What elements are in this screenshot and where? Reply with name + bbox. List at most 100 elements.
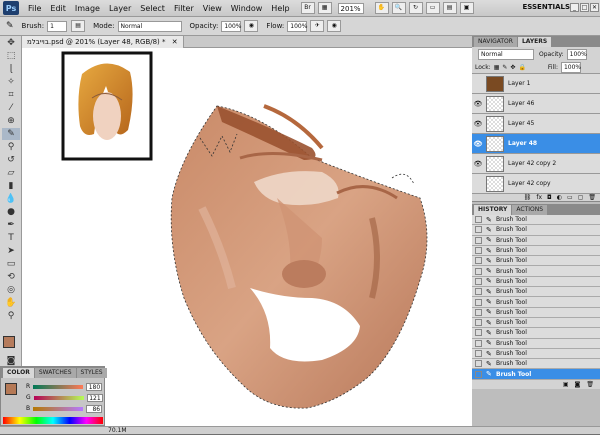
- green-slider[interactable]: G 121: [26, 393, 104, 402]
- menu-view[interactable]: View: [203, 4, 222, 13]
- history-item[interactable]: ✎ Brush Tool: [472, 225, 600, 236]
- link-layers-icon[interactable]: ⛓: [524, 194, 532, 201]
- new-layer-icon[interactable]: ▢: [578, 194, 584, 201]
- green-value[interactable]: 121: [86, 393, 103, 402]
- new-snapshot-icon[interactable]: ◙: [575, 381, 581, 388]
- tab-history[interactable]: HISTORY: [474, 205, 512, 215]
- history-item-selected[interactable]: ✎ Brush Tool: [472, 369, 600, 380]
- gradient-tool-icon[interactable]: ▮: [2, 180, 20, 192]
- lock-transparency-icon[interactable]: ▦: [494, 64, 500, 71]
- history-brush-source-checkbox[interactable]: [475, 257, 482, 265]
- spot-healing-tool-icon[interactable]: ⊕: [2, 115, 20, 127]
- history-brush-source-checkbox[interactable]: [475, 360, 482, 368]
- workspace-switcher[interactable]: ESSENTIALS: [523, 3, 571, 11]
- menu-window[interactable]: Window: [231, 4, 263, 13]
- tab-navigator[interactable]: NAVIGATOR: [474, 37, 517, 47]
- hand-icon[interactable]: ✋: [374, 2, 389, 14]
- layer-style-icon[interactable]: fx: [536, 194, 542, 201]
- menu-edit[interactable]: Edit: [50, 4, 66, 13]
- 3d-rotate-tool-icon[interactable]: ⟲: [2, 271, 20, 283]
- brush-tool-icon[interactable]: ✎: [6, 21, 14, 31]
- clone-stamp-tool-icon[interactable]: ⚲: [2, 141, 20, 153]
- lock-position-icon[interactable]: ✥: [510, 64, 515, 71]
- color-panel-foreground-swatch[interactable]: [5, 383, 17, 395]
- layer-row-selected[interactable]: 👁 Layer 48: [472, 134, 600, 154]
- history-item[interactable]: ✎ Brush Tool: [472, 256, 600, 267]
- fill-field[interactable]: 100%: [560, 61, 581, 73]
- shape-tool-icon[interactable]: ▭: [2, 258, 20, 270]
- eye-icon[interactable]: 👁: [472, 160, 484, 168]
- delete-state-icon[interactable]: 🗑: [586, 381, 594, 388]
- airbrush-icon[interactable]: ✈: [310, 20, 325, 32]
- history-brush-tool-icon[interactable]: ↺: [2, 154, 20, 166]
- blur-tool-icon[interactable]: 💧: [2, 193, 20, 205]
- opacity-field[interactable]: 100%: [221, 20, 241, 32]
- history-brush-source-checkbox[interactable]: [475, 370, 482, 378]
- history-brush-source-checkbox[interactable]: [475, 339, 482, 347]
- history-brush-source-checkbox[interactable]: [475, 308, 482, 316]
- screen-mode-icon[interactable]: ▣: [459, 2, 474, 14]
- pen-tool-icon[interactable]: ✒: [2, 219, 20, 231]
- layer-row[interactable]: 👁 Layer 46: [472, 94, 600, 114]
- brush-tool-icon[interactable]: ✎: [2, 128, 20, 140]
- history-brush-source-checkbox[interactable]: [475, 350, 482, 357]
- eraser-tool-icon[interactable]: ▱: [2, 167, 20, 179]
- red-slider[interactable]: R 180: [26, 382, 104, 391]
- brush-panel-toggle-icon[interactable]: ▤: [71, 20, 86, 32]
- zoom-tool-icon[interactable]: ⚲: [2, 310, 20, 322]
- blue-slider[interactable]: B 86: [26, 404, 104, 413]
- blend-mode-select[interactable]: Normal: [478, 48, 534, 60]
- pressure-opacity-icon[interactable]: ◉: [244, 20, 259, 32]
- document-tab[interactable]: בוייבלמ.psd @ 201% (Layer 48, RGB/8) * ✕: [22, 36, 184, 48]
- menu-select[interactable]: Select: [140, 4, 165, 13]
- history-item[interactable]: ✎ Brush Tool: [472, 276, 600, 288]
- move-tool-icon[interactable]: ✥: [2, 37, 20, 49]
- blue-value[interactable]: 86: [86, 404, 103, 413]
- rotate-view-icon[interactable]: ↻: [408, 2, 423, 14]
- dodge-tool-icon[interactable]: ●: [2, 206, 20, 218]
- mini-bridge-icon[interactable]: ▦: [317, 2, 332, 14]
- hand-tool-icon[interactable]: ✋: [2, 297, 20, 309]
- new-group-icon[interactable]: ▭: [567, 194, 573, 201]
- history-brush-source-checkbox[interactable]: [475, 319, 482, 327]
- bridge-icon[interactable]: Br: [300, 2, 315, 14]
- history-item[interactable]: ✎ Brush Tool: [472, 317, 600, 329]
- lock-all-icon[interactable]: 🔒: [518, 64, 525, 71]
- menu-layer[interactable]: Layer: [109, 4, 131, 13]
- menu-help[interactable]: Help: [271, 4, 289, 13]
- history-item[interactable]: ✎ Brush Tool: [472, 359, 600, 370]
- brush-size-picker[interactable]: 1: [47, 20, 68, 32]
- history-brush-source-checkbox[interactable]: [475, 236, 482, 244]
- 3d-orbit-tool-icon[interactable]: ◎: [2, 284, 20, 296]
- menu-file[interactable]: File: [28, 4, 41, 13]
- history-item[interactable]: ✎ Brush Tool: [472, 266, 600, 277]
- tab-actions[interactable]: ACTIONS: [512, 205, 548, 215]
- history-brush-source-checkbox[interactable]: [475, 298, 482, 306]
- layer-row[interactable]: 👁 Layer 45: [472, 114, 600, 134]
- flow-field[interactable]: 100%: [287, 20, 307, 32]
- delete-layer-icon[interactable]: 🗑: [588, 194, 596, 201]
- add-mask-icon[interactable]: ◘: [547, 194, 552, 201]
- layer-row[interactable]: 👁 Layer 42 copy 2: [472, 154, 600, 174]
- close-button[interactable]: ✕: [590, 3, 599, 12]
- history-item[interactable]: ✎ Brush Tool: [472, 338, 600, 349]
- type-tool-icon[interactable]: T: [2, 232, 20, 244]
- eyedropper-tool-icon[interactable]: ⁄: [2, 102, 20, 114]
- history-brush-source-checkbox[interactable]: [475, 288, 482, 296]
- history-item[interactable]: ✎ Brush Tool: [472, 245, 600, 257]
- mode-select[interactable]: Normal: [117, 20, 182, 32]
- eye-icon[interactable]: 👁: [472, 140, 484, 148]
- zoom-icon[interactable]: 🔍: [391, 2, 406, 14]
- zoom-level[interactable]: 201%: [337, 2, 364, 14]
- history-brush-source-checkbox[interactable]: [475, 216, 482, 224]
- layer-row[interactable]: Layer 42 copy: [472, 174, 600, 194]
- pressure-size-icon[interactable]: ◉: [327, 20, 342, 32]
- layer-row[interactable]: Layer 1: [472, 74, 600, 94]
- history-item[interactable]: ✎ Brush Tool: [472, 348, 600, 360]
- history-item[interactable]: ✎ Brush Tool: [472, 215, 600, 226]
- lock-pixels-icon[interactable]: ✎: [502, 64, 507, 71]
- history-item[interactable]: ✎ Brush Tool: [472, 287, 600, 298]
- maximize-button[interactable]: □: [580, 3, 589, 12]
- layer-opacity-field[interactable]: 100%: [566, 48, 587, 60]
- red-value[interactable]: 180: [86, 382, 103, 391]
